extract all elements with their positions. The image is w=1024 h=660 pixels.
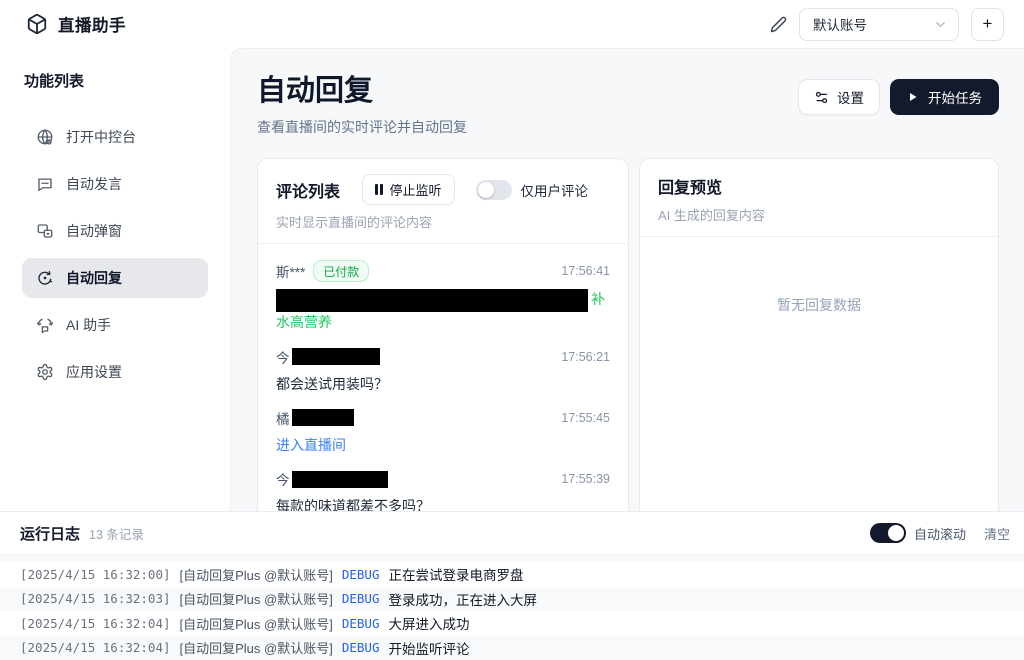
comment-time: 17:55:45	[561, 410, 610, 425]
sidebar-item-label: 自动回复	[66, 270, 122, 286]
sidebar-item-auto-reply[interactable]: 自动回复	[22, 258, 208, 298]
comment-content: 都会送试用装吗？	[276, 375, 388, 392]
brand: 直播助手	[26, 12, 126, 36]
sidebar-item-auto-popup[interactable]: 自动弹窗	[22, 211, 208, 251]
sidebar-item-label: 应用设置	[66, 364, 122, 380]
comments-panel-title: 评论列表	[276, 183, 341, 201]
app-title: 直播助手	[58, 17, 126, 35]
sidebar-item-open-console[interactable]: 打开中控台	[22, 117, 208, 157]
log-row: [2025/4/15 16:32:03] [自动回复Plus @默认账号] DE…	[0, 586, 1024, 611]
comment-time: 17:55:39	[561, 472, 610, 487]
log-rows: [2025/4/15 16:32:00] [自动回复Plus @默认账号] DE…	[0, 555, 1024, 660]
ai-assistant-icon	[36, 316, 54, 334]
main-content: 自动回复 查看直播间的实时评论并自动回复 设置 开始任务 评论列表 停止监听 仅…	[230, 48, 1024, 511]
comment-content: 补水高营养	[276, 289, 610, 332]
autoscroll-label: 自动滚动	[913, 526, 966, 542]
run-log-title: 运行日志	[20, 525, 81, 543]
sidebar-item-label: 自动弹窗	[66, 223, 122, 239]
app-body: 功能列表 打开中控台 自动发言 自动弹窗 自动回复 AI 助手 应用设置 自动回…	[0, 48, 1024, 511]
paid-badge: 已付款	[313, 260, 370, 283]
reply-preview-panel: 回复预览 AI 生成的回复内容 暂无回复数据	[639, 158, 999, 511]
pause-icon	[375, 184, 383, 196]
popup-windows-icon	[36, 222, 54, 240]
comment-item: 橘 17:55:45 进入直播间	[276, 408, 610, 455]
sliders-icon	[814, 90, 829, 105]
comment-content: 每款的味道都差不多吗？	[276, 498, 430, 511]
sidebar-item-ai-assistant[interactable]: AI 助手	[22, 305, 208, 345]
account-select[interactable]: 默认账号	[799, 7, 959, 41]
auto-reply-sync-icon	[36, 269, 54, 287]
comments-panel: 评论列表 停止监听 仅用户评论 实时显示直播间的评论内容 斯*** 已付款 17…	[257, 158, 629, 511]
log-row: [2025/4/15 16:32:00] [自动回复Plus @默认账号] DE…	[0, 562, 1024, 587]
sidebar-title: 功能列表	[24, 73, 85, 90]
redaction-bar	[291, 348, 380, 366]
stop-listening-button[interactable]: 停止监听	[362, 174, 455, 206]
reply-panel-title: 回复预览	[658, 180, 723, 198]
comment-time: 17:56:41	[561, 264, 610, 279]
run-log-count: 13 条记录	[89, 527, 144, 542]
sidebar-item-app-settings[interactable]: 应用设置	[22, 352, 208, 392]
play-icon	[907, 91, 919, 103]
reply-empty-state: 暂无回复数据	[777, 297, 861, 314]
comment-author: 斯***	[276, 265, 306, 281]
redaction-bar	[276, 289, 588, 313]
redaction-bar	[291, 409, 354, 427]
header-actions: 默认账号 +	[770, 7, 1004, 41]
clear-log-button[interactable]: 清空	[984, 524, 1010, 543]
autoscroll-toggle[interactable]	[869, 523, 906, 543]
settings-button[interactable]: 设置	[798, 79, 880, 115]
gear-icon	[36, 363, 54, 381]
comment-item: 斯*** 已付款 17:56:41 补水高营养	[276, 260, 610, 332]
comment-time: 17:56:21	[561, 349, 610, 364]
log-row: [2025/4/15 16:32:04] [自动回复Plus @默认账号] DE…	[0, 611, 1024, 636]
reply-panel-subtitle: AI 生成的回复内容	[658, 208, 765, 224]
page-subtitle: 查看直播间的实时评论并自动回复	[257, 119, 467, 136]
user-only-toggle-label: 仅用户评论	[520, 183, 589, 199]
account-select-value: 默认账号	[813, 18, 867, 33]
page-title: 自动回复	[257, 75, 374, 107]
enter-liveroom-link[interactable]: 进入直播间	[276, 435, 610, 455]
comments-panel-subtitle: 实时显示直播间的评论内容	[276, 215, 433, 231]
sidebar-item-label: 打开中控台	[66, 129, 136, 145]
add-account-button[interactable]: +	[971, 7, 1004, 41]
run-log-section: 运行日志 13 条记录 自动滚动 清空 [2025/4/15 16:32:00]…	[0, 511, 1024, 660]
redaction-bar	[291, 470, 388, 488]
chevron-down-icon	[933, 17, 948, 32]
comment-item: 今 17:56:21 都会送试用装吗？	[276, 347, 610, 394]
log-row-partial	[0, 555, 1024, 562]
sidebar-item-label: 自动发言	[66, 176, 122, 192]
comment-author: 今	[276, 473, 290, 489]
sidebar-item-auto-speak[interactable]: 自动发言	[22, 164, 208, 204]
sidebar: 功能列表 打开中控台 自动发言 自动弹窗 自动回复 AI 助手 应用设置	[0, 48, 230, 511]
start-task-button[interactable]: 开始任务	[890, 79, 999, 115]
globe-icon	[36, 128, 54, 146]
sidebar-item-label: AI 助手	[66, 317, 112, 333]
comment-item: 今 17:55:39 每款的味道都差不多吗？	[276, 469, 610, 511]
log-row: [2025/4/15 16:32:04] [自动回复Plus @默认账号] DE…	[0, 635, 1024, 660]
top-header: 直播助手 默认账号 +	[0, 0, 1024, 48]
app-logo-cube-icon	[26, 13, 48, 35]
comment-author: 今	[276, 350, 290, 366]
comment-author: 橘	[276, 411, 290, 427]
comments-list: 斯*** 已付款 17:56:41 补水高营养 今 17:56:21 都会送试用…	[258, 244, 628, 511]
user-only-toggle[interactable]	[475, 179, 512, 200]
chat-bubble-icon	[36, 175, 54, 193]
edit-account-pencil-icon[interactable]	[770, 16, 787, 33]
